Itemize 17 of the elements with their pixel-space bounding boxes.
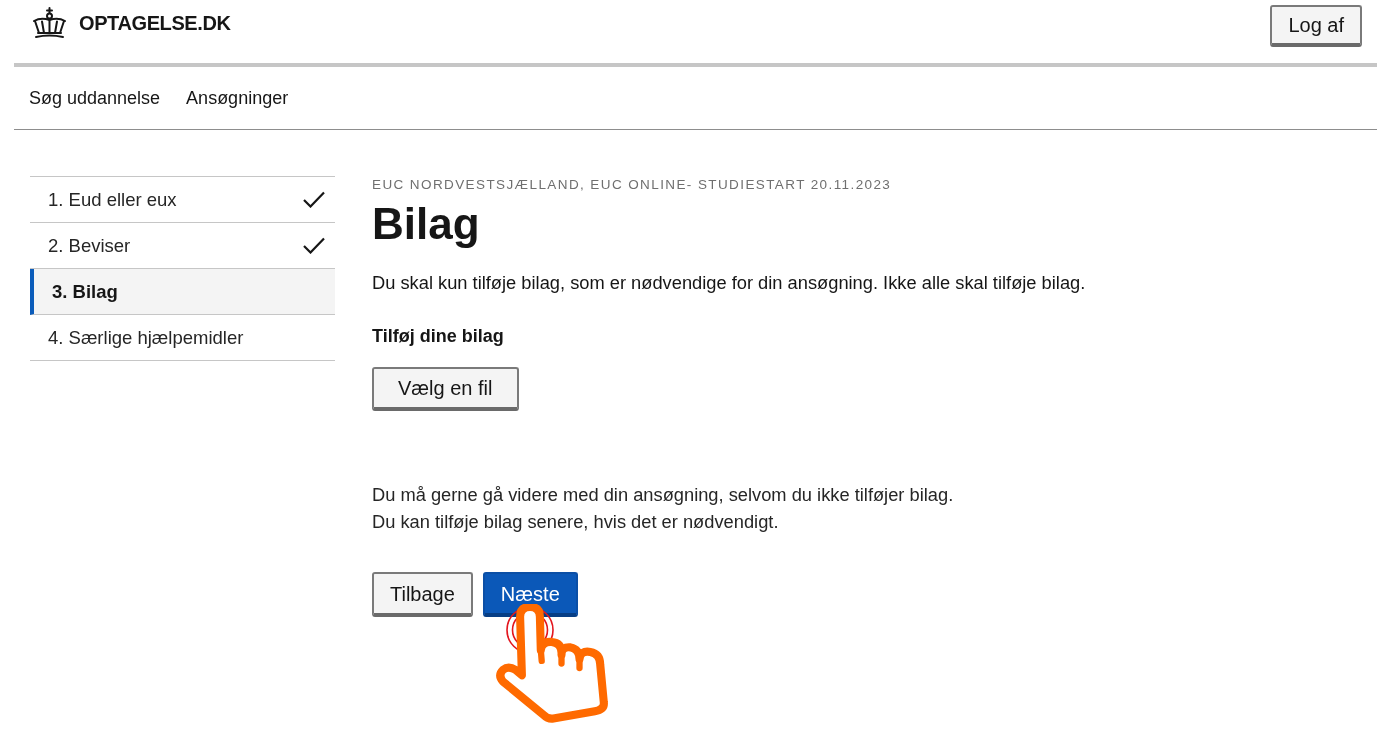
step-item[interactable]: 1. Eud eller eux: [30, 177, 335, 223]
upload-label: Tilføj dine bilag: [372, 325, 504, 348]
next-button[interactable]: Næste: [482, 572, 578, 617]
crown-logo-icon: [32, 7, 67, 39]
choose-file-button[interactable]: Vælg en fil: [372, 367, 519, 411]
step-item[interactable]: 4. Særlige hjælpemidler: [30, 315, 335, 361]
info-text: Du kan tilføje bilag senere, hvis det er nødvendigt.: [372, 510, 779, 534]
school-and-start-date: EUC NORDVESTSJÆLLAND, EUC ONLINE- STUDIESTART 20.11.2023: [372, 176, 892, 194]
back-button[interactable]: Tilbage: [372, 572, 473, 617]
site-logo-text: OPTAGELSE.DK: [79, 11, 231, 36]
nav-link[interactable]: Søg uddannelse: [29, 86, 161, 110]
info-text: Du må gerne gå videre med din ansøgning, selvom du ikke tilføjer bilag.: [372, 483, 954, 507]
page-title: Bilag: [372, 198, 480, 250]
step-item[interactable]: 3. Bilag: [30, 269, 335, 315]
intro-text: Du skal kun tilføje bilag, som er nødvendige for din ansøgning. Ikke alle skal tilføje bilag.: [372, 271, 1086, 295]
log-out-button[interactable]: Log af: [1270, 5, 1362, 47]
nav-link[interactable]: Ansøgninger: [186, 86, 289, 110]
